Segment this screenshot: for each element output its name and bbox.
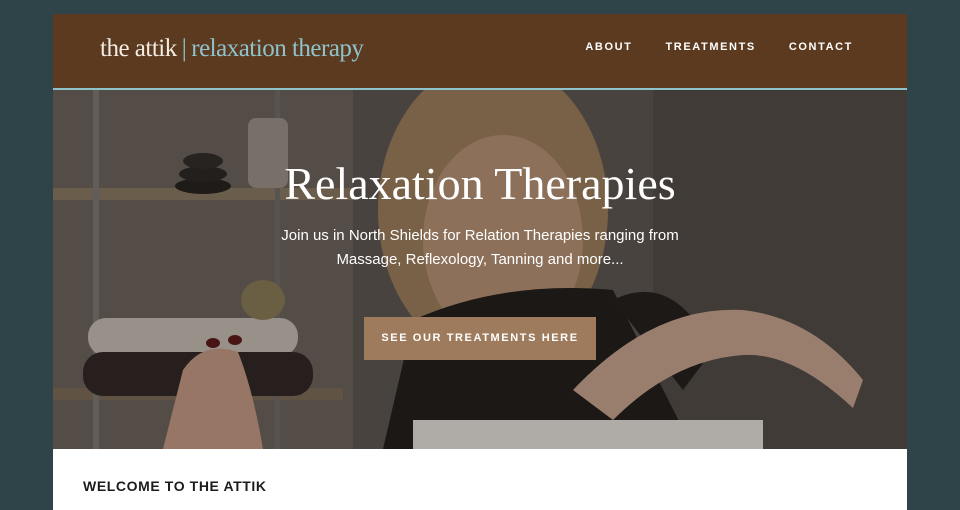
site-logo[interactable]: the attik | relaxation therapy [100,34,364,64]
nav-treatments-link[interactable]: TREATMENTS [665,41,755,53]
site-header: the attik | relaxation therapy ABOUT TREAT… [53,14,907,90]
main-nav: ABOUT TREATMENTS CONTACT [585,41,853,53]
nav-contact-link[interactable]: CONTACT [789,41,853,53]
welcome-heading: WELCOME TO THE ATTIK [83,478,267,494]
see-treatments-button[interactable]: SEE OUR TREATMENTS HERE [364,317,596,360]
hero-description: Join us in North Shields for Relation Th… [281,227,679,268]
hero-title: Relaxation Therapies [284,158,676,209]
logo-subtitle: relaxation therapy [191,35,364,62]
logo-separator: | [181,35,187,62]
nav-about-link[interactable]: ABOUT [585,41,632,53]
page-container: the attik | relaxation therapy ABOUT TREAT… [53,14,907,510]
hero-banner: Relaxation Therapies Join us in North Sh… [53,90,907,449]
logo-brand: the attik [100,35,177,62]
